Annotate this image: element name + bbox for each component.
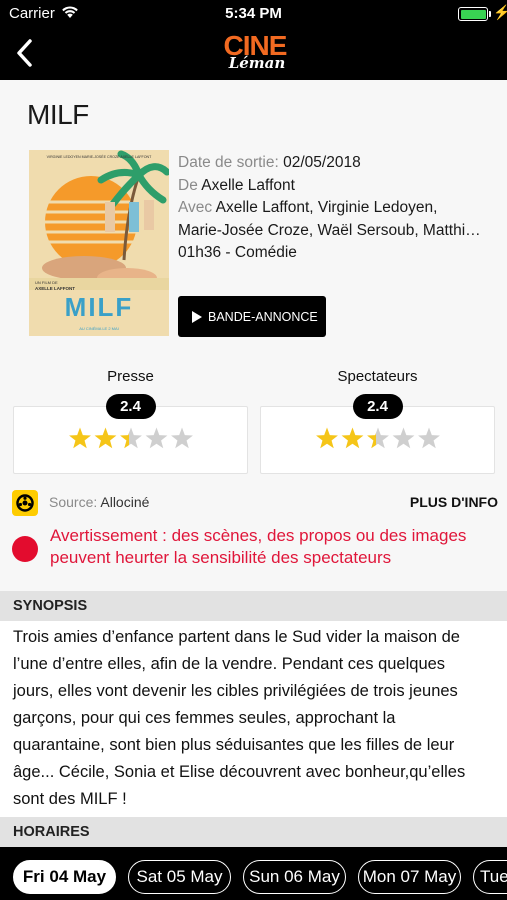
star-rating — [69, 427, 193, 449]
play-icon — [192, 310, 202, 323]
date-pill-mon-07[interactable]: Mon 07 May — [358, 860, 461, 894]
rating-label: Presse — [107, 368, 154, 385]
cast-label: Avec — [178, 199, 213, 216]
back-icon[interactable] — [12, 36, 40, 70]
star-icon — [341, 427, 364, 449]
content-warning: Avertissement : des scènes, des propos o… — [12, 525, 502, 573]
movie-poster: VIRGINIE LEDOYEN MARIE-JOSÉE CROZE AXELL… — [29, 150, 169, 336]
warning-line-2: peuvent heurter la sensibilité des spect… — [50, 548, 392, 567]
source-name: Allociné — [100, 494, 150, 510]
star-icon — [392, 427, 415, 449]
synopsis-line: Trois amies d’enfance partent dans le Su… — [13, 628, 460, 646]
battery-tip — [489, 11, 491, 17]
star-icon — [316, 427, 338, 449]
rating-spectators: Spectateurs 2.4 — [260, 368, 495, 474]
star-icon — [69, 427, 91, 449]
poster-release: AU CINÉMA LE 2 MAI — [79, 326, 119, 331]
cast-line-1: Axelle Laffont, Virginie Ledoyen, — [215, 199, 438, 216]
logo-leman: Léman — [228, 54, 286, 72]
star-icon — [145, 427, 168, 449]
date-pill-tue[interactable]: Tue — [473, 860, 507, 894]
warning-line-1: Avertissement : des scènes, des propos o… — [50, 526, 467, 545]
star-icon — [94, 427, 117, 449]
warning-text: Avertissement : des scènes, des propos o… — [50, 525, 466, 569]
charging-icon: ⚡ — [493, 4, 507, 20]
star-icon — [418, 427, 440, 449]
synopsis-line: garçons, pour qui ces femmes seules, app… — [13, 709, 396, 727]
star-rating — [316, 427, 440, 449]
synopsis-line: jours, elles vont devenir les cibles pri… — [13, 682, 458, 700]
star-icon — [367, 427, 389, 449]
app-logo: CINE Léman — [207, 32, 303, 76]
synopsis-text: Trois amies d’enfance partent dans le Su… — [0, 621, 507, 817]
rating-badge: 2.4 — [352, 394, 403, 419]
clock: 5:34 PM — [225, 5, 282, 22]
poster-byline: UN FILM DE — [35, 280, 58, 285]
rating-press: Presse 2.4 — [13, 368, 248, 474]
poster-credits: VIRGINIE LEDOYEN MARIE-JOSÉE CROZE AXELL… — [47, 154, 152, 159]
movie-details: MILF VIRGINIE LEDOYEN MARIE-JOSÉE CROZE … — [0, 80, 507, 591]
date-selector: Fri 04 May Sat 05 May Sun 06 May Mon 07 … — [0, 847, 507, 900]
synopsis-line: quarantaine, sont bien plus séduisantes … — [13, 736, 455, 754]
status-bar: Carrier 5:34 PM ⚡ — [0, 0, 507, 28]
movie-info: Date de sortie: 02/05/2018 De Axelle Laf… — [178, 152, 498, 265]
warning-dot-icon — [12, 536, 38, 562]
date-pill-fri-04[interactable]: Fri 04 May — [13, 860, 116, 894]
more-info-link[interactable]: PLUS D'INFO — [410, 494, 498, 510]
synopsis-line: sont des MILF ! — [13, 790, 127, 808]
allocine-icon — [12, 490, 38, 516]
star-icon — [120, 427, 142, 449]
cast-line-2: Marie-Josée Croze, Waël Sersoub, Matthi… — [178, 221, 481, 239]
trailer-button[interactable]: BANDE-ANNONCE — [178, 296, 326, 337]
director-name: Axelle Laffont — [201, 176, 295, 194]
nav-bar: CINE Léman — [0, 28, 507, 80]
date-pill-sun-06[interactable]: Sun 06 May — [243, 860, 346, 894]
trailer-label: BANDE-ANNONCE — [208, 309, 318, 324]
source-text: Source: Allociné — [49, 494, 149, 510]
star-icon — [171, 427, 193, 449]
movie-title: MILF — [27, 99, 89, 130]
date-pill-sat-05[interactable]: Sat 05 May — [128, 860, 231, 894]
synopsis-heading: SYNOPSIS — [0, 591, 507, 621]
director-label: De — [178, 176, 198, 194]
poster-director: AXELLE LAFFONT — [35, 286, 75, 291]
cast-row: Avec Axelle Laffont, Virginie Ledoyen, — [178, 197, 498, 220]
duration-genre: 01h36 - Comédie — [178, 244, 297, 261]
release-label: Date de sortie: — [178, 154, 279, 171]
source-row: Source: Allociné PLUS D'INFO — [12, 490, 498, 516]
synopsis-line: l’une d’entre elles, afin de la vendre. … — [13, 655, 446, 673]
release-date: 02/05/2018 — [283, 154, 361, 171]
director-row: De Axelle Laffont — [178, 175, 498, 198]
rating-badge: 2.4 — [105, 394, 156, 419]
battery-icon — [458, 7, 488, 21]
source-label: Source: — [49, 494, 98, 510]
rating-label: Spectateurs — [337, 368, 418, 385]
release-row: Date de sortie: 02/05/2018 — [178, 152, 498, 175]
poster-title: MILF — [65, 292, 134, 322]
synopsis-line: âge... Cécile, Sonia et Elise découvrent… — [13, 763, 466, 781]
schedule-heading: HORAIRES — [0, 817, 507, 847]
